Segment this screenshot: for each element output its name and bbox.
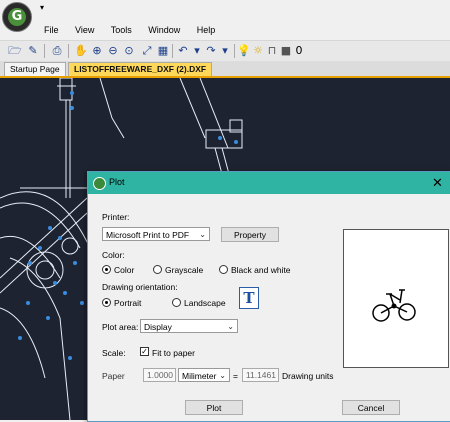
printer-select[interactable]: Microsoft Print to PDF ⌄ [102,227,210,241]
plot-area-select[interactable]: Display ⌄ [140,319,238,333]
menu-help[interactable]: Help [197,25,216,35]
menu-file[interactable]: File [44,25,59,35]
toolbar: 🗁 ✎ ⎙ ✋ ⊕ ⊖ ⊙ ⤢ ▦ ↶ ▾ ↷ ▾ 💡 ☼ ⊓ ■ 0 [0,40,450,62]
plot-app-icon [93,177,106,190]
fit-to-paper-checkbox[interactable]: ✓ [140,347,149,356]
chevron-down-icon: ⌄ [199,230,206,239]
pan-hand-icon[interactable]: ✋ [74,44,88,58]
unit-select[interactable]: Milimeter ⌄ [178,368,230,382]
document-tab-bar: Startup Page LISTOFFREEWARE_DXF (2).DXF [0,61,450,78]
radio-black-and-white-label: Black and white [231,265,291,275]
close-icon[interactable]: ✕ [432,175,443,191]
bicycle-preview-image [372,289,416,322]
paper-value-field[interactable]: 1.0000 [143,368,176,382]
unit-value: Milimeter [182,371,217,381]
paper-label: Paper [102,371,125,381]
lock-icon[interactable]: ⊓ [265,44,279,58]
radio-color[interactable] [102,265,111,274]
zoom-in-icon[interactable]: ⊕ [90,44,104,58]
radio-black-and-white[interactable] [219,265,228,274]
equals-sign: = [233,371,238,381]
cancel-button[interactable]: Cancel [342,400,400,415]
radio-landscape[interactable] [172,298,181,307]
layer-count: 0 [295,44,303,57]
tab-startup-page[interactable]: Startup Page [4,62,66,76]
lightbulb-icon[interactable]: 💡 [237,44,251,58]
plot-area-label: Plot area: [102,322,139,332]
radio-portrait-label: Portrait [114,298,142,308]
orientation-label: Drawing orientation: [102,282,178,292]
fit-to-paper-label: Fit to paper [152,348,195,358]
edit-file-icon[interactable]: ✎ [26,44,40,58]
drawing-units-label: Drawing units [282,371,334,381]
title-bar [0,0,450,24]
dialog-title-bar[interactable]: Plot ✕ [88,172,450,194]
radio-grayscale-label: Grayscale [165,265,204,275]
zoom-window-icon[interactable]: ⊙ [122,44,136,58]
radio-color-label: Color [114,265,135,275]
toolbar-separator [68,44,69,58]
menu-bar: File View Tools Window Help [44,25,229,39]
chevron-down-icon: ⌄ [219,371,226,380]
menu-view[interactable]: View [75,25,94,35]
open-folder-icon[interactable]: 🗁 [8,44,22,58]
radio-portrait[interactable] [102,298,111,307]
redo-icon[interactable]: ↷ [204,44,218,58]
quick-access-dropdown[interactable]: ▾ [40,3,44,12]
plot-dialog: Plot ✕ Printer: Microsoft Print to PDF ⌄… [87,171,450,422]
scale-label: Scale: [102,348,126,358]
plot-button[interactable]: Plot [185,400,243,415]
toolbar-separator [44,44,45,58]
printer-select-value: Microsoft Print to PDF [106,230,190,240]
drawing-units-field[interactable]: 11.1461 [242,368,279,382]
toolbar-separator [172,44,173,58]
redo-dropdown-icon[interactable]: ▾ [218,44,232,58]
dialog-title: Plot [109,177,125,187]
sun-icon[interactable]: ☼ [251,44,265,58]
menu-window[interactable]: Window [148,25,180,35]
tab-active-label: LISTOFFREEWARE_DXF (2).DXF [74,64,207,74]
radio-grayscale[interactable] [153,265,162,274]
zoom-out-icon[interactable]: ⊖ [106,44,120,58]
orientation-text-icon: T [239,287,259,309]
app-logo-icon[interactable]: G [2,2,32,32]
plot-area-value: Display [144,322,172,332]
regenerate-icon[interactable]: ▦ [156,44,170,58]
undo-icon[interactable]: ↶ [176,44,190,58]
plot-preview [343,229,449,368]
radio-landscape-label: Landscape [184,298,226,308]
menu-tools[interactable]: Tools [111,25,132,35]
property-button[interactable]: Property [221,227,279,242]
print-icon[interactable]: ⎙ [50,44,64,58]
printer-label: Printer: [102,212,130,222]
chevron-down-icon: ⌄ [227,322,234,331]
toolbar-separator [234,44,235,58]
undo-dropdown-icon[interactable]: ▾ [190,44,204,58]
layer-square-icon[interactable]: ■ [279,44,293,58]
tab-active-drawing[interactable]: LISTOFFREEWARE_DXF (2).DXF [68,62,213,76]
zoom-extents-icon[interactable]: ⤢ [140,44,154,58]
color-label: Color: [102,250,125,260]
